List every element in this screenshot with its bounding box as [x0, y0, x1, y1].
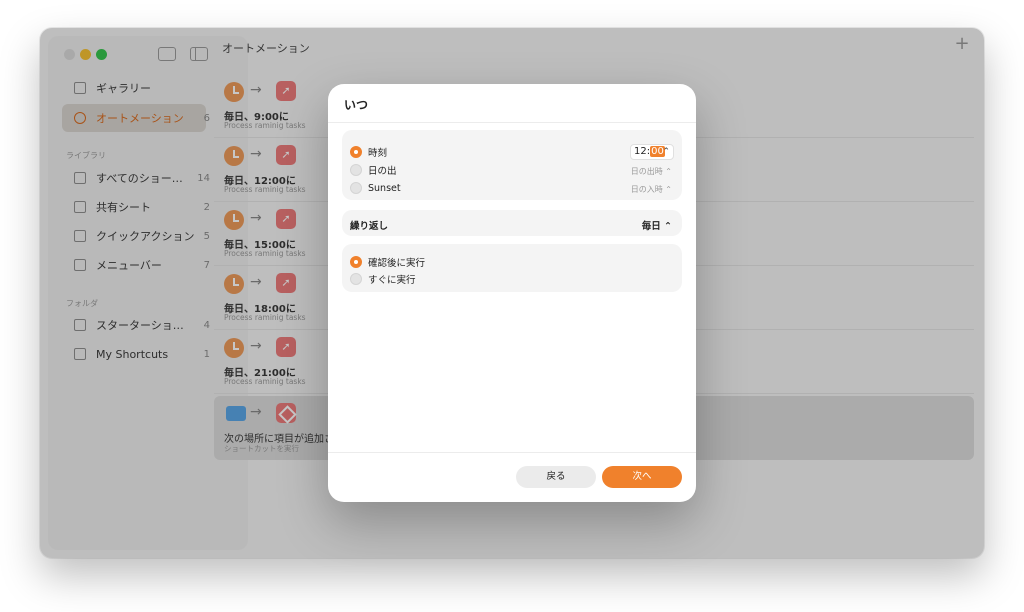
radio-unselected[interactable] [350, 273, 362, 285]
when-option-label: 日の出 [368, 166, 397, 177]
run-option-confirm[interactable]: 確認後に実行 [350, 254, 425, 270]
when-option-time[interactable]: 時刻 [350, 144, 387, 160]
radio-unselected[interactable] [350, 182, 362, 194]
next-button[interactable]: 次へ [602, 466, 682, 488]
desktop: ギャラリー オートメーション 6 ライブラリ すべてのショー… 14 共有シート… [0, 0, 1024, 612]
run-option-label: すぐに実行 [368, 275, 416, 286]
time-field[interactable]: 12:00 ⌃ [630, 144, 674, 160]
when-option-label: 時刻 [368, 148, 388, 159]
when-option-sunset[interactable]: Sunset [350, 180, 401, 196]
run-option-label: 確認後に実行 [368, 258, 426, 269]
repeat-select[interactable]: 毎日 ⌃ [642, 218, 672, 232]
back-button[interactable]: 戻る [516, 466, 596, 488]
radio-selected[interactable] [350, 146, 362, 158]
time-stepper[interactable]: ⌃ [662, 145, 670, 159]
run-option-immediately[interactable]: すぐに実行 [350, 271, 416, 287]
radio-unselected[interactable] [350, 164, 362, 176]
divider [328, 452, 696, 453]
divider [328, 122, 696, 123]
radio-selected[interactable] [350, 256, 362, 268]
dialog-title: いつ [344, 98, 369, 112]
repeat-label: 繰り返し [350, 221, 389, 232]
when-option-label: Sunset [368, 182, 401, 194]
when-option-sunrise[interactable]: 日の出 [350, 162, 397, 178]
when-options-card: 時刻 12:00 ⌃ 日の出 日の出時 ⌃ Sunset 日の入時 ⌃ [342, 130, 682, 200]
when-dialog: いつ 時刻 12:00 ⌃ 日の出 日の出時 ⌃ Sunset 日の入時 ⌃ 繰… [328, 84, 696, 502]
run-options-card: 確認後に実行 すぐに実行 [342, 244, 682, 292]
sunset-value-select[interactable]: 日の入時 ⌃ [631, 184, 672, 195]
time-hour[interactable]: 12: [634, 146, 650, 157]
sunrise-value-select[interactable]: 日の出時 ⌃ [631, 166, 672, 177]
repeat-card[interactable]: 繰り返し 毎日 ⌃ [342, 210, 682, 236]
